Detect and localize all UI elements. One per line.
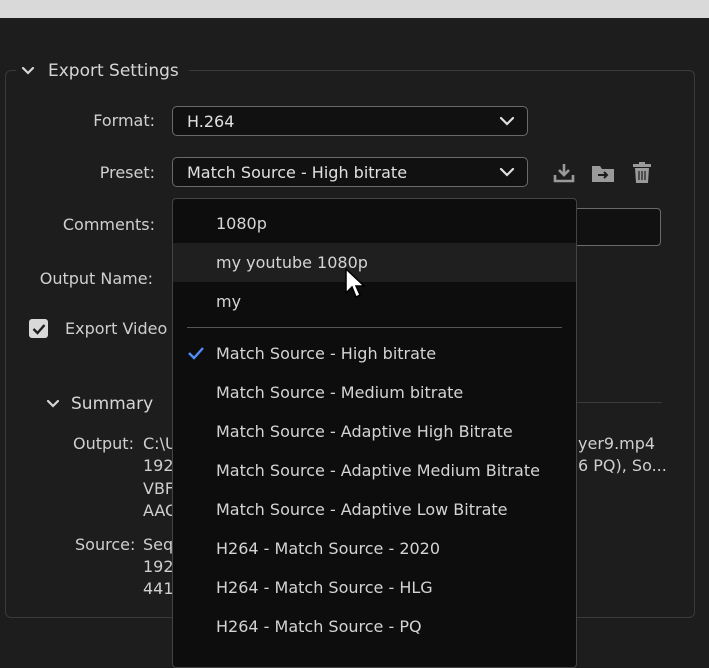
summary-title: Summary	[71, 394, 154, 414]
mouse-cursor-icon	[345, 268, 365, 299]
chevron-down-icon	[499, 116, 515, 126]
menu-item[interactable]: Match Source - Adaptive Medium Bitrate	[173, 451, 576, 490]
chevron-down-icon	[499, 167, 515, 177]
export-video-checkbox[interactable]	[29, 319, 48, 338]
source-line: 192	[143, 557, 174, 576]
format-value: H.264	[187, 111, 235, 131]
menu-item-label: H264 - Match Source - PQ	[216, 617, 422, 636]
preset-value: Match Source - High bitrate	[187, 162, 408, 182]
menu-item[interactable]: my	[173, 282, 576, 321]
preset-dropdown-menu[interactable]: 1080p my youtube 1080p my Match Source -…	[172, 198, 577, 668]
source-line: Seq	[143, 535, 174, 554]
menu-item[interactable]: Match Source - Adaptive High Bitrate	[173, 412, 576, 451]
format-select[interactable]: H.264	[172, 106, 528, 136]
menu-item-label: my	[216, 292, 242, 311]
export-settings-header[interactable]: Export Settings	[16, 56, 189, 86]
checkmark-icon	[32, 323, 45, 335]
chevron-down-icon	[46, 399, 60, 408]
import-preset-button[interactable]	[590, 160, 616, 186]
menu-item[interactable]: 1080p	[173, 204, 576, 243]
export-video-label: Export Video	[65, 319, 168, 338]
source-label: Source:	[75, 535, 136, 554]
output-line: 192	[143, 456, 174, 475]
chevron-down-icon	[21, 66, 35, 75]
menu-item[interactable]: H264 - Match Source - 2020	[173, 529, 576, 568]
menu-item-label: H264 - Match Source - 2020	[216, 539, 441, 558]
menu-item[interactable]: H264 - Match Source - PQ	[173, 607, 576, 646]
folder-import-icon	[592, 166, 614, 182]
preset-label: Preset:	[99, 163, 155, 182]
source-line: 441	[143, 579, 174, 598]
checkmark-icon	[188, 347, 204, 360]
menu-item-label: Match Source - Adaptive High Bitrate	[216, 422, 513, 441]
menu-item-label: Match Source - Adaptive Low Bitrate	[216, 500, 508, 519]
summary-header[interactable]: Summary	[45, 394, 153, 414]
menu-item-selected[interactable]: Match Source - High bitrate	[173, 334, 576, 373]
delete-preset-button[interactable]	[629, 160, 655, 186]
trash-icon	[633, 162, 651, 183]
menu-item-label: Match Source - High bitrate	[216, 344, 437, 363]
menu-item-label: Match Source - Medium bitrate	[216, 383, 464, 402]
menu-item[interactable]: Match Source - Medium bitrate	[173, 373, 576, 412]
menu-separator	[187, 327, 562, 328]
output-right-line: yer9.mp4	[578, 434, 656, 453]
menu-item[interactable]: my youtube 1080p	[173, 243, 576, 282]
download-icon	[553, 164, 575, 183]
output-name-label: Output Name:	[39, 269, 153, 288]
format-label: Format:	[93, 111, 155, 130]
menu-item-label: 1080p	[216, 214, 267, 233]
preset-select[interactable]: Match Source - High bitrate	[172, 157, 528, 187]
menu-item[interactable]: H264 - Match Source - HLG	[173, 568, 576, 607]
save-preset-button[interactable]	[551, 160, 577, 186]
output-label: Output:	[73, 434, 134, 453]
menu-item[interactable]: Match Source - Adaptive Low Bitrate	[173, 490, 576, 529]
comments-label: Comments:	[62, 215, 155, 234]
output-right-line: 6 PQ), So...	[578, 456, 667, 475]
menu-item-label: Match Source - Adaptive Medium Bitrate	[216, 461, 540, 480]
menu-item-label: H264 - Match Source - HLG	[216, 578, 433, 597]
top-bar	[0, 0, 709, 18]
output-line: VBF	[143, 479, 175, 498]
section-title: Export Settings	[48, 61, 179, 81]
